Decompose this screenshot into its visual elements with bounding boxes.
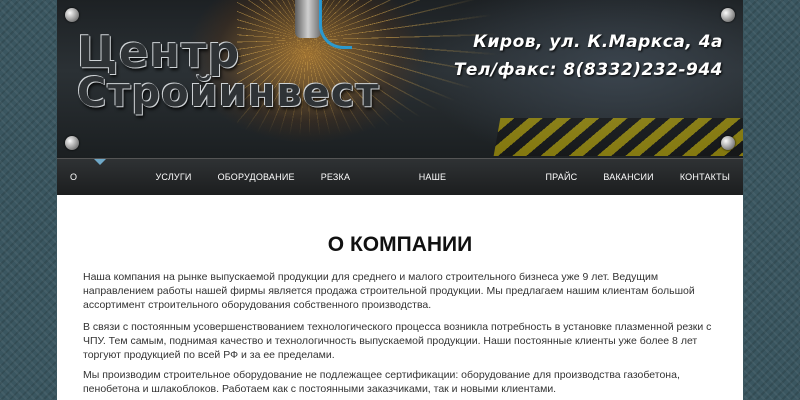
logo-line-1: Центр (77, 27, 241, 78)
nav-item-production[interactable]: НАШЕ ПРОИЗВОДСТВО (406, 159, 533, 218)
page-wrapper: Центр Стройинвест Киров, ул. К.Маркса, 4… (57, 0, 743, 400)
bolt-icon (721, 8, 735, 22)
nav-item-equipment[interactable]: ОБОРУДОВАНИЕ (205, 159, 308, 195)
address-text: Киров, ул. К.Маркса, 4а (473, 32, 723, 52)
nav-item-vacancies[interactable]: ВАКАНСИИ (590, 159, 667, 195)
page-title: О КОМПАНИИ (327, 233, 473, 256)
paragraph: В связи с постоянным усовершенствованием… (83, 321, 712, 361)
nav-item-metal-cutting[interactable]: РЕЗКА МЕТАЛЛА (308, 159, 406, 218)
site-logo[interactable]: Центр Стройинвест (77, 27, 380, 116)
paragraph: Мы производим строительное оборудование … (83, 369, 680, 395)
bolt-icon (65, 8, 79, 22)
nav-item-services[interactable]: УСЛУГИ (143, 159, 205, 195)
nav-item-price[interactable]: ПРАЙС (533, 159, 591, 195)
bolt-icon (721, 136, 735, 150)
site-header: Центр Стройинвест Киров, ул. К.Маркса, 4… (57, 0, 743, 158)
phone-text: Тел/факс: 8(8332)232-944 (453, 60, 723, 80)
logo-line-2: Стройинвест (77, 69, 380, 116)
bolt-icon (65, 136, 79, 150)
nav-item-about[interactable]: О КОМПАНИИ (57, 159, 143, 218)
nav-item-contacts[interactable]: КОНТАКТЫ (667, 159, 743, 195)
main-content: О КОМПАНИИ Наша компания на рынке выпуск… (57, 195, 743, 400)
header-contacts: Киров, ул. К.Маркса, 4а Тел/факс: 8(8332… (454, 32, 723, 88)
hazard-stripes-graphic (493, 118, 743, 156)
main-nav: О КОМПАНИИ УСЛУГИ ОБОРУДОВАНИЕ РЕЗКА МЕТ… (57, 158, 743, 218)
paragraph: Наша компания на рынке выпускаемой проду… (83, 271, 695, 311)
